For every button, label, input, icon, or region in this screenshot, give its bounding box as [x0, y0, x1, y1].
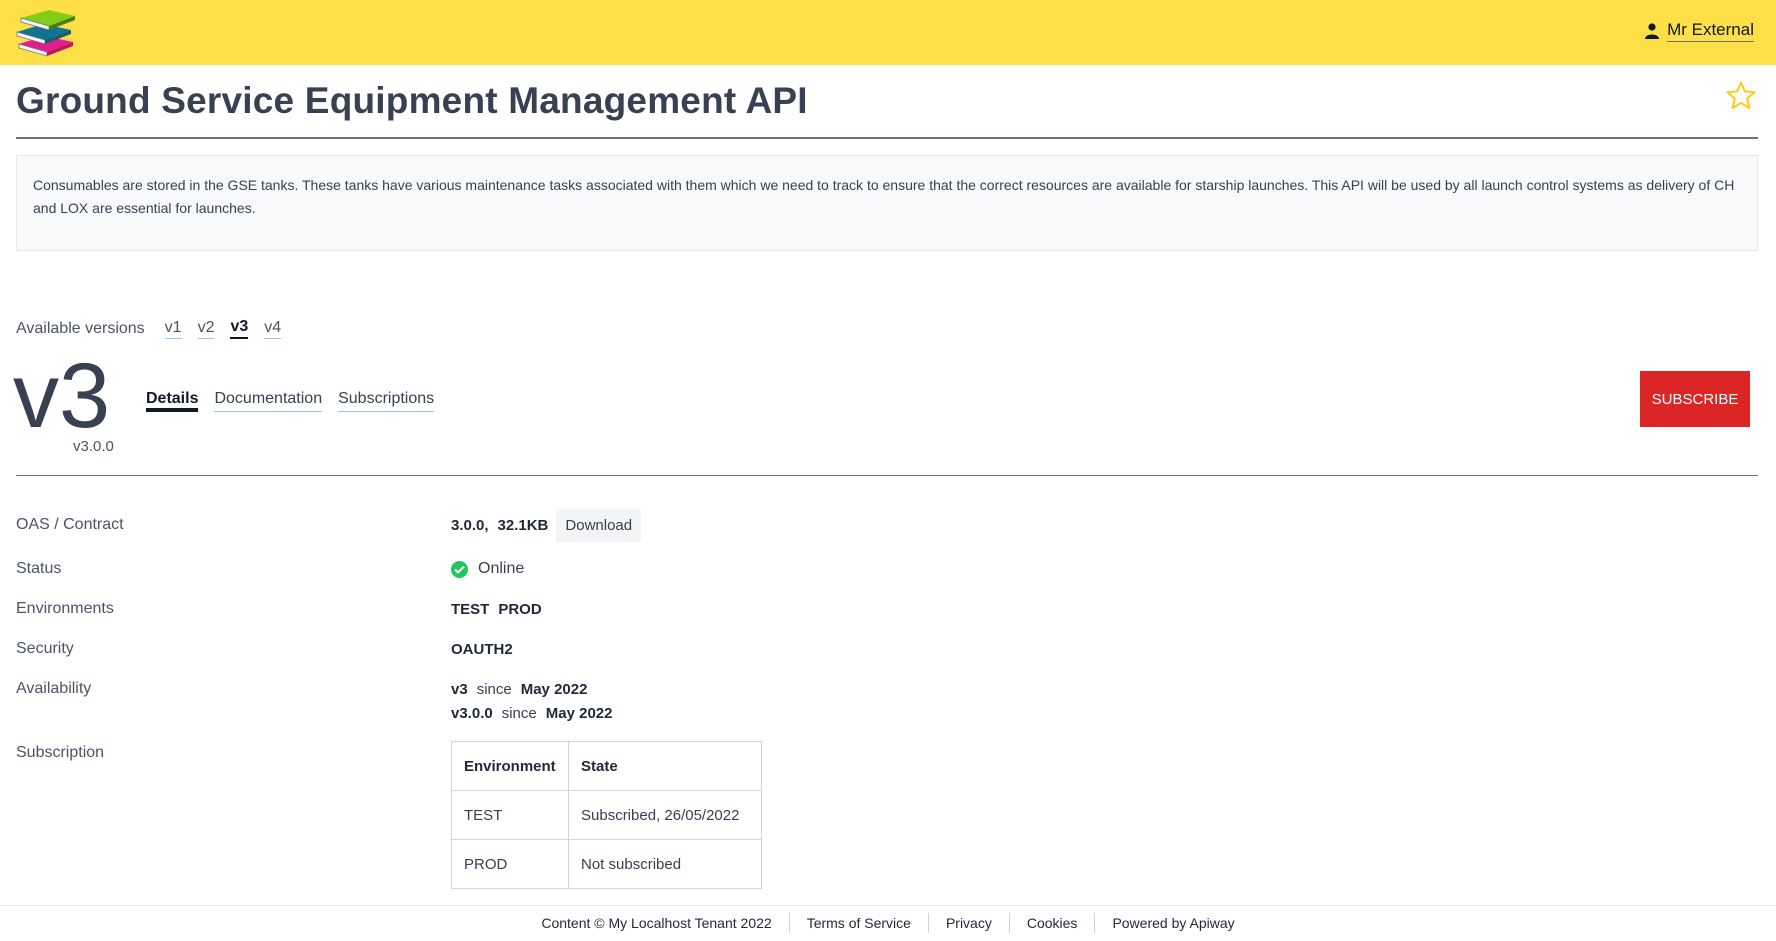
availability-row: v3.0.0 since May 2022 — [451, 705, 612, 722]
table-cell-state: Not subscribed — [568, 839, 762, 889]
user-name[interactable]: Mr External — [1667, 20, 1754, 42]
top-bar: Mr External — [0, 0, 1776, 65]
availability-label: Availability — [16, 680, 92, 697]
oas-label: OAS / Contract — [16, 516, 124, 533]
tab-subscriptions[interactable]: Subscriptions — [338, 390, 435, 412]
table-row: TEST Subscribed, 26/05/2022 — [451, 790, 762, 840]
status-text: Online — [478, 560, 525, 577]
environment-test: TEST — [451, 601, 490, 618]
version-selector: Available versions v1 v2 v3 v4 — [16, 318, 297, 339]
version-link-v3[interactable]: v3 — [230, 318, 249, 339]
version-link-v4[interactable]: v4 — [264, 319, 282, 339]
books-icon[interactable] — [15, 6, 77, 58]
availability-since: since — [476, 681, 512, 698]
tab-documentation[interactable]: Documentation — [214, 390, 323, 412]
user-menu[interactable]: Mr External — [1645, 20, 1754, 42]
star-outline-icon[interactable] — [1725, 80, 1757, 112]
column-header-environment: Environment — [451, 741, 569, 791]
title-divider — [16, 137, 1758, 139]
oas-version: 3.0.0, — [451, 517, 489, 534]
availability-version: v3 — [451, 681, 468, 698]
footer-powered-by[interactable]: Powered by Apiway — [1095, 913, 1251, 933]
footer-copyright: Content © My Localhost Tenant 2022 — [524, 913, 790, 933]
status-label: Status — [16, 560, 62, 577]
footer-link-privacy[interactable]: Privacy — [929, 913, 1010, 933]
footer: Content © My Localhost Tenant 2022 Terms… — [0, 905, 1776, 941]
footer-link-cookies[interactable]: Cookies — [1010, 913, 1096, 933]
availability-version: v3.0.0 — [451, 705, 493, 722]
footer-link-terms[interactable]: Terms of Service — [790, 913, 929, 933]
page-title: Ground Service Equipment Management API — [16, 80, 808, 121]
security-value: OAUTH2 — [451, 641, 513, 658]
version-link-v2[interactable]: v2 — [197, 319, 215, 339]
availability-since: since — [501, 705, 537, 722]
oas-size: 32.1KB — [497, 517, 549, 534]
status-value: Online — [451, 560, 524, 578]
availability-date: May 2022 — [520, 681, 588, 698]
person-icon — [1645, 23, 1660, 39]
version-divider — [16, 475, 1758, 476]
tab-bar: Details Documentation Subscriptions — [146, 390, 435, 412]
version-link-v1[interactable]: v1 — [164, 319, 182, 339]
subscribe-button[interactable]: SUBSCRIBE — [1640, 371, 1750, 427]
environments-value: TEST PROD — [451, 601, 542, 618]
table-header-row: Environment State — [451, 741, 762, 791]
security-label: Security — [16, 640, 74, 657]
download-button[interactable]: Download — [556, 509, 642, 542]
tab-details[interactable]: Details — [146, 390, 199, 412]
table-cell-environment: PROD — [451, 839, 569, 889]
versions-label: Available versions — [16, 319, 145, 337]
api-description: Consumables are stored in the GSE tanks.… — [16, 155, 1758, 251]
environments-label: Environments — [16, 600, 114, 617]
environment-prod: PROD — [498, 601, 542, 618]
availability-row: v3 since May 2022 — [451, 681, 587, 698]
current-version-major: v3 — [13, 345, 111, 447]
subscription-table: Environment State TEST Subscribed, 26/05… — [451, 741, 762, 889]
availability-date: May 2022 — [545, 705, 613, 722]
subscription-label: Subscription — [16, 744, 105, 761]
column-header-state: State — [568, 741, 762, 791]
table-cell-state: Subscribed, 26/05/2022 — [568, 790, 762, 840]
oas-value: 3.0.0, 32.1KB Download — [451, 509, 642, 542]
check-circle-icon — [451, 560, 468, 578]
current-version-full: v3.0.0 — [73, 438, 114, 455]
table-cell-environment: TEST — [451, 790, 569, 840]
table-row: PROD Not subscribed — [451, 839, 762, 889]
